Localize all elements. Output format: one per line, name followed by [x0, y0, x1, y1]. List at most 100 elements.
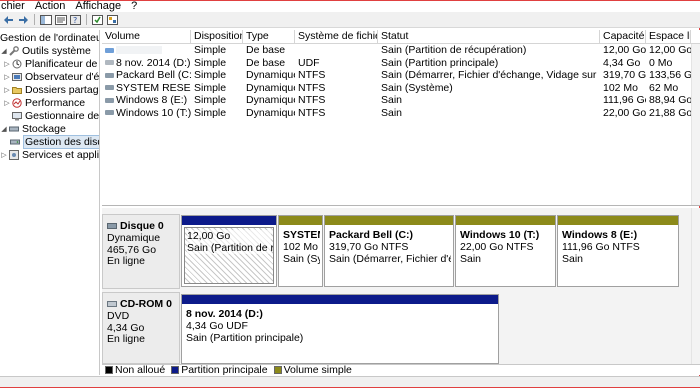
partition-size: 4,34 Go UDF	[186, 320, 248, 332]
forward-icon[interactable]	[17, 14, 30, 26]
legend-simple-volume: Volume simple	[273, 364, 352, 376]
cell-volume: SYSTEM RESERVED	[102, 82, 191, 95]
tree-node-event-viewer[interactable]: ▷ Observateur d'évér	[3, 70, 100, 83]
expander-icon[interactable]: ◢	[0, 47, 8, 55]
menu-bar: chier Action Affichage ?	[0, 0, 700, 12]
cell-volume: Windows 10 (T:)	[102, 107, 191, 120]
partition-body: Windows 10 (T:) 22,00 Go NTFS Sain	[458, 227, 553, 284]
cell-capacity: 4,34 Go	[603, 56, 641, 69]
partition-dvd[interactable]: 8 nov. 2014 (D:) 4,34 Go UDF Sain (Parti…	[181, 294, 499, 364]
refresh-icon[interactable]	[106, 14, 119, 26]
cell-free-space: 88,94 Go	[649, 94, 691, 106]
column-header-free-space[interactable]: Espace libre	[646, 30, 691, 43]
console-tree-icon[interactable]	[39, 14, 52, 26]
storage-icon	[9, 124, 19, 134]
volume-list-scrollbar[interactable]	[691, 44, 700, 205]
partition-status: Sain (Partition de récu	[187, 242, 274, 254]
disk-props-icon[interactable]	[91, 14, 104, 26]
cell-status: Sain	[381, 94, 403, 106]
cell-status: Sain (Démarrer, Fichier d'échange, Vidag…	[381, 69, 600, 81]
column-header-volume[interactable]: Volume	[102, 30, 191, 43]
partition-windows-8[interactable]: Windows 8 (E:) 111,96 Go NTFS Sain	[557, 215, 679, 287]
column-header-filesystem[interactable]: Système de fichiers	[295, 30, 378, 43]
cell-status: Sain (Système)	[381, 81, 453, 94]
partition-status: Sain (Démarrer, Fichier d'échan	[329, 253, 451, 265]
table-row[interactable]: SYSTEM RESERVED Simple Dynamique NTFS Sa…	[102, 82, 700, 95]
back-icon[interactable]	[2, 14, 15, 26]
menu-help[interactable]: ?	[126, 1, 142, 12]
cell-layout: Simple	[194, 69, 227, 81]
table-row[interactable]: 8 nov. 2014 (D:) Simple De base UDF Sain…	[102, 57, 700, 70]
partition-size: 111,96 Go NTFS	[562, 241, 640, 253]
volume-label: 8 nov. 2014 (D:)	[116, 56, 191, 69]
partition-body: 8 nov. 2014 (D:) 4,34 Go UDF Sain (Parti…	[184, 306, 496, 361]
cdrom-0-name: CD-ROM 0	[120, 297, 172, 310]
partition-packard-bell[interactable]: Packard Bell (C:) 319,70 Go NTFS Sain (D…	[324, 215, 454, 287]
partition-status: Sain	[460, 253, 482, 265]
expander-icon[interactable]: ▷	[3, 60, 11, 68]
redacted-volume-name	[116, 46, 162, 55]
partition-recovery[interactable]: 12,00 Go Sain (Partition de récu	[181, 215, 277, 287]
partition-system-reserved[interactable]: SYSTEM I 102 Mo N Sain (Syst	[278, 215, 323, 287]
partition-title: Windows 8 (E:)	[562, 229, 638, 241]
expander-icon[interactable]: ▷	[3, 99, 11, 107]
cell-capacity: 12,00 Go	[603, 44, 646, 56]
expander-icon[interactable]: ▷	[3, 73, 11, 81]
partition-title: 8 nov. 2014 (D:)	[186, 308, 263, 320]
table-row[interactable]: Windows 8 (E:) Simple Dynamique NTFS Sai…	[102, 94, 700, 107]
tree-node-label: Observateur d'évér	[25, 70, 100, 83]
disk-icon	[105, 97, 114, 103]
legend-swatch	[273, 366, 282, 374]
tree-node-services[interactable]: ▷ Services et application	[0, 148, 99, 161]
help-icon[interactable]: ?	[69, 14, 82, 26]
cell-free-space: 21,88 Go	[649, 106, 691, 119]
tree-node-shared-folders[interactable]: ▷ Dossiers partagés	[3, 83, 99, 96]
tree-node-storage[interactable]: ◢ Stockage	[0, 122, 65, 135]
legend-label: Partition principale	[181, 364, 268, 376]
properties-icon[interactable]	[54, 14, 67, 26]
cdrom-0-info[interactable]: CD-ROM 0 DVD 4,34 Go En ligne	[102, 292, 180, 364]
tree-node-performance[interactable]: ▷ Performance	[3, 96, 85, 109]
volume-label: Windows 10 (T:)	[116, 106, 191, 119]
toolbar: ?	[0, 12, 700, 28]
partition-size: 22,00 Go NTFS	[460, 241, 534, 253]
table-row[interactable]: Packard Bell (C:) Simple Dynamique NTFS …	[102, 69, 700, 82]
tree-node-label: Dossiers partagés	[25, 83, 99, 96]
menu-file[interactable]: chier	[0, 1, 30, 12]
tree-node-system-tools[interactable]: ◢ Outils système	[0, 44, 91, 57]
cell-free-space: 62 Mo	[649, 81, 679, 94]
tree-node-disk-management[interactable]: Gestion des disque	[10, 134, 99, 149]
table-row[interactable]: Windows 10 (T:) Simple Dynamique NTFS Sa…	[102, 107, 700, 120]
column-header-capacity[interactable]: Capacité	[600, 30, 646, 43]
tree-node-device-manager[interactable]: Gestionnaire de pé	[12, 109, 100, 122]
expander-icon[interactable]: ◢	[0, 125, 8, 133]
partition-size: 319,70 Go NTFS	[329, 241, 409, 253]
menu-action[interactable]: Action	[30, 1, 71, 12]
expander-icon[interactable]: ▷	[0, 151, 8, 159]
tree-node-label: Gestionnaire de pé	[25, 109, 100, 122]
menu-view[interactable]: Affichage	[70, 1, 126, 12]
svg-text:?: ?	[73, 16, 77, 25]
disk-map: Disque 0 Dynamique 465,76 Go En ligne 12…	[102, 208, 700, 364]
tree-node-task-scheduler[interactable]: ▷ Planificateur de tâc	[3, 57, 99, 70]
tree-root[interactable]: Gestion de l'ordinateur (l	[0, 31, 99, 44]
cell-layout: Simple	[194, 106, 227, 119]
status-bar	[0, 376, 700, 387]
column-header-layout[interactable]: Disposition	[191, 30, 243, 43]
toolbar-separator	[34, 14, 35, 25]
disk-map-scrollbar[interactable]	[691, 208, 700, 364]
expander-icon[interactable]: ▷	[3, 86, 11, 94]
partition-bar	[182, 295, 498, 304]
cell-filesystem: UDF	[298, 56, 320, 69]
column-header-status[interactable]: Statut	[378, 30, 600, 43]
partition-bar	[279, 216, 322, 225]
partition-windows-10[interactable]: Windows 10 (T:) 22,00 Go NTFS Sain	[455, 215, 556, 287]
clock-icon	[12, 59, 22, 69]
disk-0-info[interactable]: Disque 0 Dynamique 465,76 Go En ligne	[102, 214, 180, 289]
table-row[interactable]: Simple De base Sain (Partition de récupé…	[102, 44, 700, 57]
column-header-type[interactable]: Type	[243, 30, 295, 43]
partition-status: Sain	[562, 253, 584, 265]
cell-type: De base	[246, 44, 286, 56]
partition-title: SYSTEM I	[283, 229, 320, 241]
volume-label: Packard Bell (C:)	[116, 69, 191, 81]
